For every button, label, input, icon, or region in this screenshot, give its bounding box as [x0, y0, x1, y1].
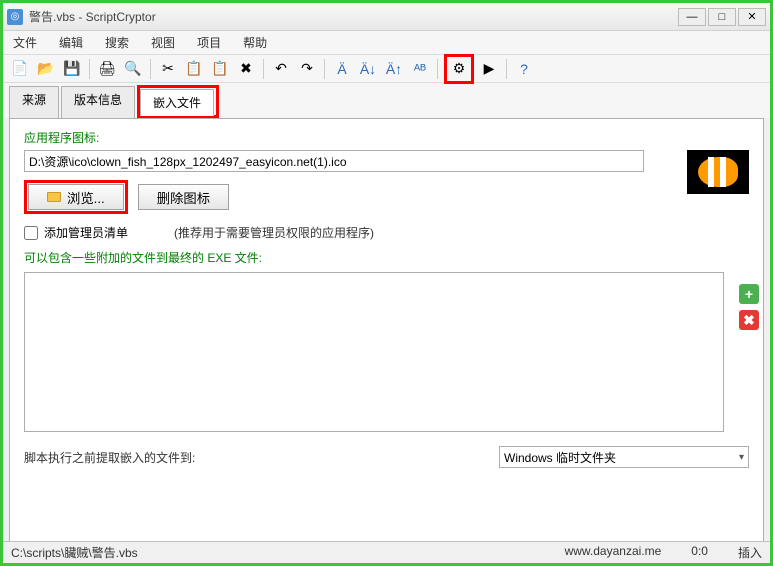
- app-window: ◎ 警告.vbs - ScriptCryptor — □ ✕ 文件 编辑 搜索 …: [0, 0, 773, 566]
- remove-file-button[interactable]: ✖: [739, 310, 759, 330]
- find-icon[interactable]: Ä: [331, 58, 353, 80]
- delete-icon[interactable]: ✖: [235, 58, 257, 80]
- window-controls: — □ ✕: [678, 8, 766, 26]
- save-icon[interactable]: 💾: [61, 58, 83, 80]
- highlight-tab-embed: 嵌入文件: [137, 85, 219, 118]
- label-app-icon: 应用程序图标:: [24, 129, 749, 146]
- browse-button[interactable]: 浏览...: [28, 184, 124, 210]
- extract-target-select[interactable]: Windows 临时文件夹 ▾: [499, 446, 749, 468]
- icon-preview: [687, 150, 749, 194]
- menu-view[interactable]: 视图: [147, 32, 179, 53]
- replace-icon[interactable]: ᴬᴮ: [409, 58, 431, 80]
- menu-file[interactable]: 文件: [9, 32, 41, 53]
- maximize-button[interactable]: □: [708, 8, 736, 26]
- clownfish-icon: [698, 157, 738, 187]
- new-icon[interactable]: 📄: [9, 58, 31, 80]
- findprev-icon[interactable]: Ä↑: [383, 58, 405, 80]
- menu-project[interactable]: 项目: [193, 32, 225, 53]
- separator: [263, 59, 264, 79]
- titlebar: ◎ 警告.vbs - ScriptCryptor — □ ✕: [3, 3, 770, 31]
- undo-icon[interactable]: ↶: [270, 58, 292, 80]
- separator: [506, 59, 507, 79]
- label-extract-to: 脚本执行之前提取嵌入的文件到:: [24, 449, 195, 466]
- help-icon[interactable]: ?: [513, 58, 535, 80]
- admin-manifest-checkbox[interactable]: [24, 226, 38, 240]
- folder-icon: [47, 192, 61, 202]
- tab-content: 应用程序图标: 浏览... 删除图标: [9, 118, 764, 558]
- toolbar: 📄 📂 💾 🖨 🔍 ✂ 📋 📋 ✖ ↶ ↷ Ä Ä↓ Ä↑ ᴬᴮ ⚙ ▶ ?: [3, 55, 770, 83]
- tab-source[interactable]: 来源: [9, 86, 59, 119]
- status-path: C:\scripts\臟贼\警告.vbs: [11, 544, 138, 561]
- app-icon: ◎: [7, 9, 23, 25]
- compile-icon[interactable]: ⚙: [448, 58, 470, 80]
- cut-icon[interactable]: ✂: [157, 58, 179, 80]
- redo-icon[interactable]: ↷: [296, 58, 318, 80]
- icon-path-input[interactable]: [24, 150, 644, 172]
- status-mode: 插入: [738, 544, 762, 561]
- run-icon[interactable]: ▶: [478, 58, 500, 80]
- embedded-files-list[interactable]: [24, 272, 724, 432]
- extract-target-value: Windows 临时文件夹: [504, 449, 616, 466]
- label-include-files: 可以包含一些附加的文件到最终的 EXE 文件:: [24, 249, 749, 266]
- highlight-compile: ⚙: [444, 54, 474, 84]
- statusbar: C:\scripts\臟贼\警告.vbs www.dayanzai.me 0:0…: [3, 541, 770, 563]
- open-icon[interactable]: 📂: [35, 58, 57, 80]
- chevron-down-icon: ▾: [739, 452, 744, 463]
- separator: [324, 59, 325, 79]
- preview-icon[interactable]: 🔍: [122, 58, 144, 80]
- separator: [437, 59, 438, 79]
- delete-icon-button[interactable]: 删除图标: [138, 184, 229, 210]
- highlight-browse: 浏览...: [24, 180, 128, 214]
- copy-icon[interactable]: 📋: [183, 58, 205, 80]
- manifest-hint: (推荐用于需要管理员权限的应用程序): [174, 224, 374, 241]
- add-file-button[interactable]: +: [739, 284, 759, 304]
- print-icon[interactable]: 🖨: [96, 58, 118, 80]
- minimize-button[interactable]: —: [678, 8, 706, 26]
- tabs: 来源 版本信息 嵌入文件: [3, 83, 770, 118]
- menu-help[interactable]: 帮助: [239, 32, 271, 53]
- tab-version[interactable]: 版本信息: [61, 86, 135, 119]
- paste-icon[interactable]: 📋: [209, 58, 231, 80]
- separator: [150, 59, 151, 79]
- menu-search[interactable]: 搜索: [101, 32, 133, 53]
- window-title: 警告.vbs - ScriptCryptor: [29, 8, 678, 25]
- tab-embed[interactable]: 嵌入文件: [140, 89, 214, 116]
- status-pos: 0:0: [691, 544, 708, 561]
- delete-icon-label: 删除图标: [157, 188, 210, 207]
- separator: [89, 59, 90, 79]
- admin-manifest-label: 添加管理员清单: [44, 224, 128, 241]
- file-list-buttons: + ✖: [739, 284, 759, 330]
- findnext-icon[interactable]: Ä↓: [357, 58, 379, 80]
- menu-edit[interactable]: 编辑: [55, 32, 87, 53]
- menubar: 文件 编辑 搜索 视图 项目 帮助: [3, 31, 770, 55]
- status-site: www.dayanzai.me: [565, 544, 662, 561]
- browse-label: 浏览...: [67, 188, 105, 207]
- close-button[interactable]: ✕: [738, 8, 766, 26]
